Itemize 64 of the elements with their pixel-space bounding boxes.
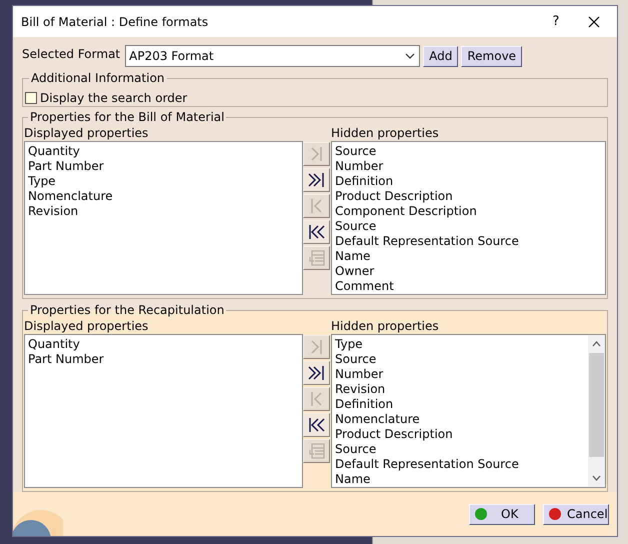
selected-format-label: Selected Format: [22, 46, 120, 63]
list-item[interactable]: Product Description: [335, 427, 453, 442]
list-item[interactable]: Source: [335, 352, 376, 367]
checkbox[interactable]: [25, 92, 37, 104]
arrow-left-icon: [306, 415, 326, 435]
format-dropdown[interactable]: AP203 Format: [125, 45, 420, 67]
dialog-button[interactable]: OK: [469, 504, 535, 524]
list-item[interactable]: Nomenclature: [28, 189, 113, 204]
list-item[interactable]: Type: [28, 174, 56, 189]
list-item[interactable]: Source: [335, 144, 376, 159]
group-title: Properties for the Recapitulation: [29, 302, 226, 319]
list-label: Hidden properties: [331, 126, 439, 141]
back-all-button[interactable]: [303, 413, 330, 437]
arrow-right-icon: [306, 170, 326, 190]
list-label: Displayed properties: [24, 126, 148, 141]
close-icon: [588, 16, 600, 28]
arrow-left-icon: [306, 222, 326, 242]
list-item[interactable]: Revision: [335, 382, 386, 397]
list-item[interactable]: Default Representation Source: [335, 457, 519, 472]
list-label: Hidden properties: [331, 319, 439, 334]
list-item[interactable]: Definition: [335, 174, 394, 189]
list-item[interactable]: Definition: [335, 397, 394, 412]
list-item[interactable]: Product Description: [335, 189, 453, 204]
list-item[interactable]: Owner: [335, 264, 374, 279]
list-item[interactable]: Part Number: [28, 352, 104, 367]
list-item[interactable]: Quantity: [28, 337, 80, 352]
arrow-right-icon: [306, 363, 326, 383]
checkbox-label[interactable]: Display the search order: [40, 89, 188, 107]
back-all-button[interactable]: [303, 220, 330, 244]
list-item[interactable]: Type: [335, 337, 363, 352]
property-list[interactable]: Quantity Part Number: [24, 334, 303, 488]
list-item[interactable]: Part Number: [28, 159, 104, 174]
dialog-button[interactable]: Cancel: [543, 504, 609, 524]
property-list[interactable]: Type Source Number Revision Definition Nomenclature Product Description Source Default Representation Source Name: [331, 334, 606, 488]
dialog-title: Bill of Material : Define formats: [21, 14, 208, 30]
format-button[interactable]: Remove: [461, 46, 522, 66]
list-item[interactable]: Quantity: [28, 144, 80, 159]
list-item[interactable]: Nomenclature: [335, 412, 420, 427]
property-list[interactable]: Quantity Part Number Type Nomenclature Revision: [24, 141, 303, 295]
list-edit-icon: [306, 441, 326, 461]
list-item[interactable]: Default Representation Source: [335, 234, 519, 249]
move-all-button[interactable]: [303, 168, 330, 192]
list-edit-icon: [306, 248, 326, 268]
scrollbar-thumb[interactable]: [589, 353, 604, 457]
chevron-down-icon: [405, 53, 416, 59]
group-title: Additional Information: [30, 70, 166, 87]
move-all-button[interactable]: [303, 361, 330, 385]
scroll-down-icon[interactable]: [592, 475, 601, 481]
list-item[interactable]: Name: [335, 249, 370, 264]
list-item[interactable]: Number: [335, 159, 384, 174]
help-button[interactable]: ?: [541, 12, 571, 32]
list-item[interactable]: Source: [335, 219, 376, 234]
list-item[interactable]: Name: [335, 472, 370, 487]
list-item[interactable]: Revision: [28, 204, 78, 219]
list-item[interactable]: Comment: [335, 279, 394, 294]
format-button[interactable]: Add: [423, 46, 458, 66]
list-item[interactable]: Source: [335, 442, 376, 457]
list-item[interactable]: Number: [335, 367, 384, 382]
group-title: Properties for the Bill of Material: [29, 109, 226, 126]
list-item[interactable]: Component Description: [335, 204, 477, 219]
property-list[interactable]: Source Number Definition Product Description Component Description Source Default Representation Source Name Owner Comment: [331, 141, 606, 295]
scrollbar[interactable]: [588, 335, 605, 487]
list-label: Displayed properties: [24, 319, 148, 334]
scroll-up-icon[interactable]: [592, 341, 601, 347]
